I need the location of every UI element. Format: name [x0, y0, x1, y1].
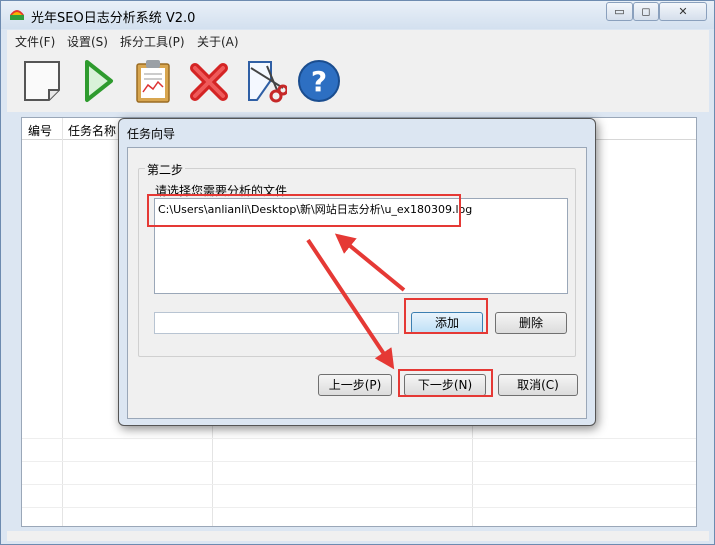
new-document-icon[interactable] [21, 58, 65, 104]
title-bar: 光年SEO日志分析系统 V2.0 ▭ ◻ ✕ [1, 1, 714, 29]
next-button-highlight [398, 369, 493, 397]
split-scissors-icon[interactable] [243, 58, 287, 104]
column-task-name[interactable]: 任务名称 [68, 122, 116, 139]
menu-bar: 文件(F) 设置(S) 拆分工具(P) 关于(A) [7, 30, 709, 52]
toolbar: ? [7, 52, 709, 112]
help-icon[interactable]: ? [297, 58, 341, 104]
column-divider [62, 118, 63, 526]
play-icon[interactable] [77, 58, 121, 104]
prev-step-button[interactable]: 上一步(P) [318, 374, 392, 396]
menu-settings[interactable]: 设置(S) [67, 33, 108, 50]
menu-split-tools[interactable]: 拆分工具(P) [120, 33, 185, 50]
row-divider [22, 438, 696, 439]
window-title: 光年SEO日志分析系统 V2.0 [31, 11, 196, 26]
dialog-title: 任务向导 [127, 127, 176, 141]
delete-button[interactable]: 删除 [495, 312, 567, 334]
status-bar [7, 531, 709, 541]
maximize-button[interactable]: ◻ [633, 2, 659, 21]
task-wizard-dialog: 任务向导 第二步 请选择您需要分析的文件 C:\Users\anlianli\D… [118, 118, 596, 426]
clipboard-icon[interactable] [131, 58, 175, 104]
menu-file[interactable]: 文件(F) [15, 33, 55, 50]
close-button[interactable]: ✕ [659, 2, 707, 21]
row-divider [22, 507, 696, 508]
delete-x-icon[interactable] [187, 58, 231, 104]
row-divider [22, 484, 696, 485]
minimize-button[interactable]: ▭ [606, 2, 633, 21]
add-button-highlight [404, 298, 488, 334]
step-title: 第二步 [145, 161, 186, 178]
cancel-button[interactable]: 取消(C) [498, 374, 578, 396]
file-path-input[interactable] [154, 312, 399, 334]
app-logo-icon [10, 10, 24, 20]
dialog-body: 第二步 请选择您需要分析的文件 C:\Users\anlianli\Deskto… [127, 147, 587, 419]
column-id[interactable]: 编号 [28, 122, 52, 139]
file-path-highlight [147, 194, 461, 227]
row-divider [22, 461, 696, 462]
menu-about[interactable]: 关于(A) [197, 33, 239, 50]
svg-text:?: ? [311, 65, 327, 98]
